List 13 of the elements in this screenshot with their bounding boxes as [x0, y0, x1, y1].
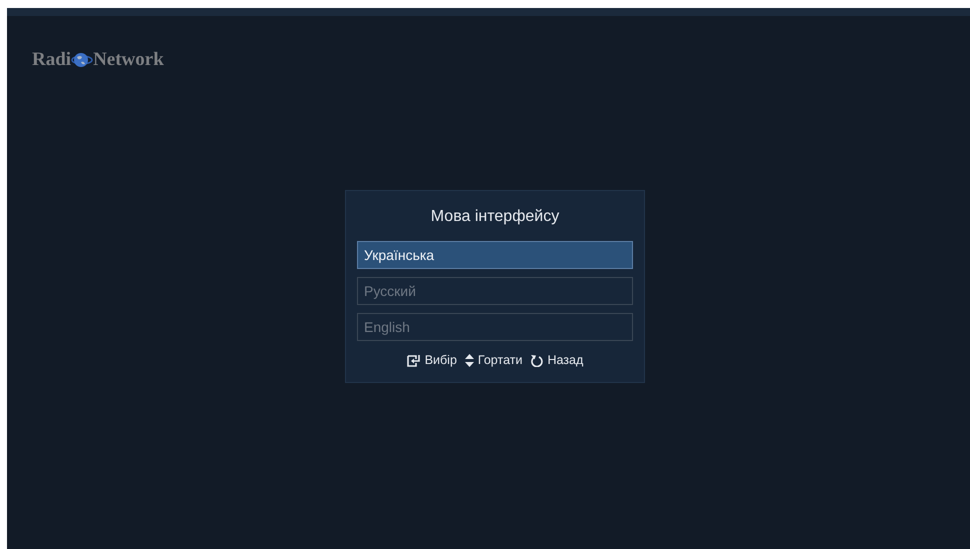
back-arrow-icon	[530, 354, 544, 367]
language-option[interactable]: Українська	[357, 241, 633, 269]
logo-text: Network	[93, 48, 164, 72]
up-down-icon	[464, 354, 474, 367]
language-option[interactable]: Русский	[357, 277, 633, 305]
enter-icon	[406, 354, 421, 367]
globe-icon	[71, 51, 94, 70]
hint-label: Вибір	[424, 352, 457, 369]
dialog-title: Мова інтерфейсу	[430, 207, 560, 227]
hint-label: Назад	[547, 352, 584, 369]
logo-text: Radi	[32, 48, 72, 72]
hint-label: Гортати	[478, 352, 522, 369]
language-option[interactable]: English	[357, 313, 633, 341]
